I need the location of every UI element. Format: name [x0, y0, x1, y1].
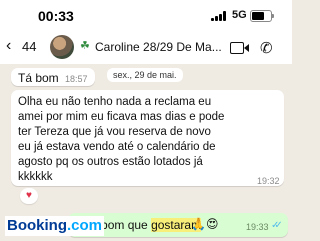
- status-bar: 00:33 5G: [0, 0, 292, 30]
- message-line: agosto pq os outros estão lotados já: [18, 156, 203, 168]
- message-line: eu já estava vendo até o calendário de: [18, 141, 216, 153]
- message-line: ter Tereza que já vou reserva de novo: [18, 126, 211, 138]
- phone-call-icon[interactable]: ✆: [260, 39, 273, 57]
- status-time: 00:33: [38, 8, 74, 24]
- network-type: 5G: [232, 9, 247, 21]
- video-call-icon[interactable]: [230, 42, 249, 54]
- date-chip: sex., 29 de mai.: [107, 68, 183, 82]
- message-line: kkkkkk: [18, 171, 53, 183]
- back-chevron-icon[interactable]: ‹: [6, 38, 11, 54]
- avatar[interactable]: [50, 35, 74, 59]
- message-time: 19:33: [246, 222, 269, 232]
- clover-icon: ☘: [80, 40, 90, 52]
- message-incoming[interactable]: Tá bom 18:57: [11, 68, 95, 86]
- message-line: Olha eu não tenho nada a reclama eu: [18, 96, 212, 108]
- contact-name[interactable]: Caroline 28/29 De Ma...: [95, 40, 222, 54]
- back-unread-count[interactable]: 44: [22, 39, 36, 54]
- message-emoji: 🙏😍: [191, 217, 219, 231]
- booking-logo: Booking.com: [5, 216, 105, 236]
- chat-header: ‹ 44 ☘ Caroline 28/29 De Ma... ✆: [0, 30, 292, 64]
- message-time: 18:57: [65, 74, 88, 84]
- message-line: amei por mim eu ficava mas dias e pode: [18, 111, 225, 123]
- message-text: Tá bom: [18, 71, 59, 85]
- message-time: 19:32: [257, 176, 280, 186]
- read-ticks-icon: ✓✓: [271, 220, 283, 231]
- heart-reaction-icon[interactable]: ♥: [20, 188, 38, 204]
- signal-icon: [211, 11, 227, 21]
- message-incoming[interactable]: Olha eu não tenho nada a reclama eu amei…: [11, 90, 284, 186]
- battery-icon: [250, 10, 274, 22]
